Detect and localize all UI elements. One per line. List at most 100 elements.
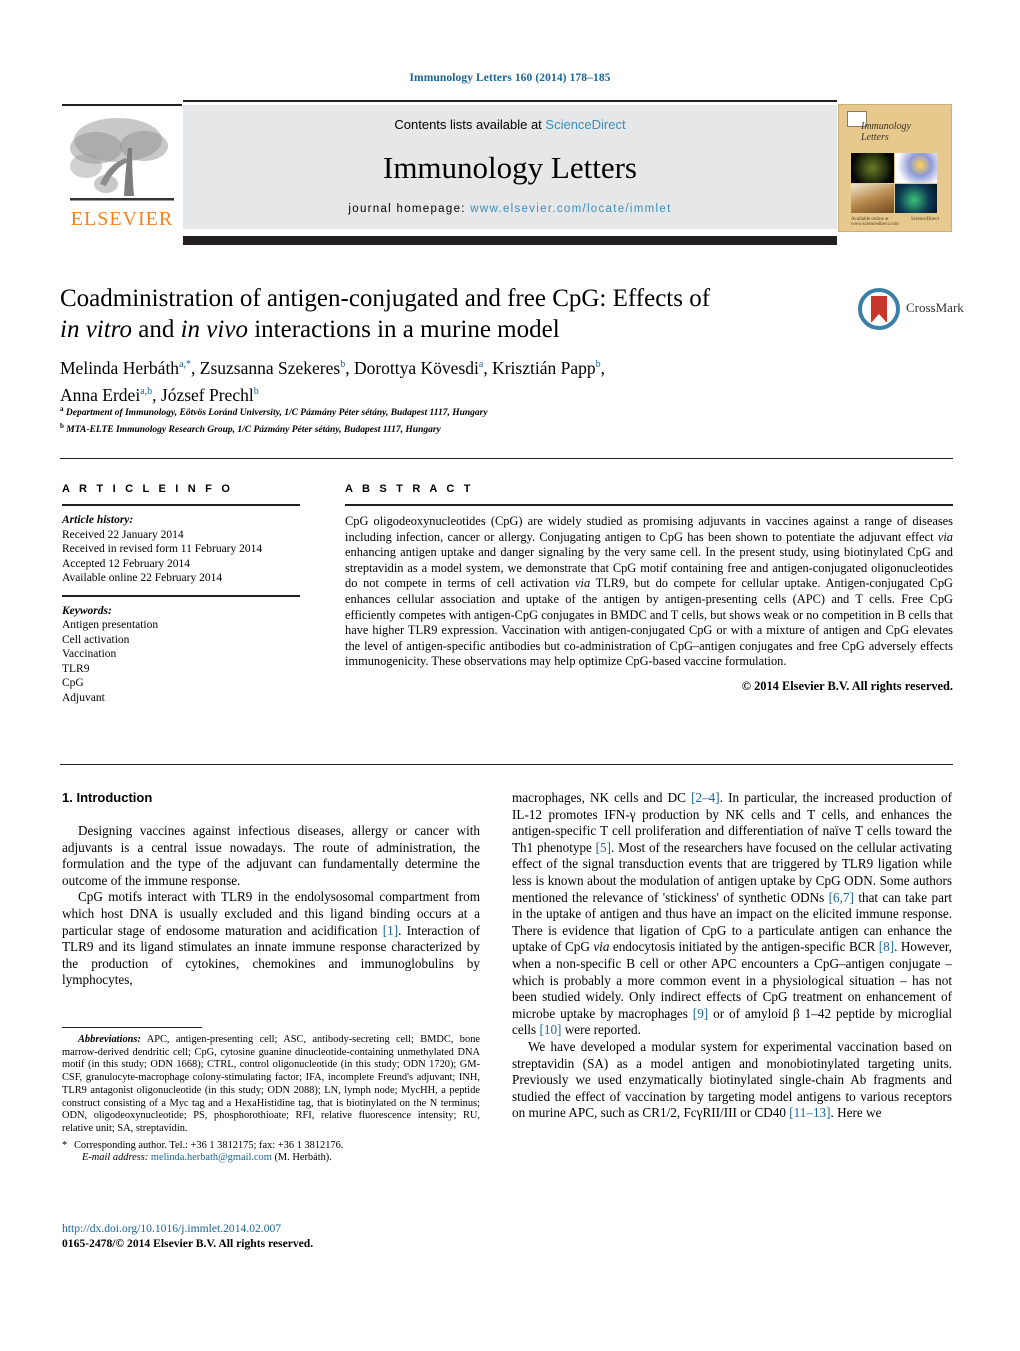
email-link[interactable]: melinda.herbath@gmail.com (151, 1152, 272, 1163)
corresponding-author-text: Corresponding author. Tel.: +36 1 381217… (74, 1139, 344, 1151)
footnotes-block: Abbreviations: APC, antigen-presenting c… (62, 1034, 480, 1165)
citation-ref[interactable]: [11–13] (789, 1105, 830, 1120)
cover-image-grid (851, 153, 937, 213)
cover-footer-left: Available online at www.sciencedirect.co… (851, 217, 899, 227)
abstract-column: A B S T R A C T CpG oligodeoxynucleotide… (345, 483, 953, 694)
affiliation-b-text: MTA-ELTE Immunology Research Group, 1/C … (66, 425, 441, 436)
elsevier-logo: ELSEVIER (62, 104, 182, 230)
info-band-bottom-rule (60, 764, 953, 765)
keyword-item: Cell activation (62, 633, 130, 646)
right-p2-a: We have developed a modular system for e… (512, 1038, 952, 1121)
citation-ref[interactable]: [6,7] (829, 890, 854, 905)
author-affil-marker: a (478, 359, 484, 370)
affiliation-a: a Department of Immunology, Eötvös Lorán… (60, 403, 850, 420)
affiliations: a Department of Immunology, Eötvös Lorán… (60, 403, 850, 437)
cover-cell-3 (851, 183, 894, 213)
crossmark-icon (858, 288, 900, 330)
keywords-label: Keywords: (62, 604, 112, 617)
abbreviations-label: Abbreviations: (78, 1034, 141, 1045)
cover-cell-1 (851, 153, 894, 183)
article-history-label: Article history: (62, 514, 134, 526)
affil-marker-b: b (60, 422, 64, 431)
logo-top-rule (62, 104, 182, 106)
paper-page: Immunology Letters 160 (2014) 178–185 EL… (0, 0, 1020, 1351)
citation-ref[interactable]: [5] (596, 840, 611, 855)
homepage-prefix: journal homepage: (348, 203, 471, 215)
masthead-top-rule (183, 100, 837, 102)
doi-block: http://dx.doi.org/10.1016/j.immlet.2014.… (62, 1222, 480, 1251)
journal-homepage-line: journal homepage: www.elsevier.com/locat… (183, 203, 837, 215)
author-affil-marker: a,* (179, 359, 192, 370)
keywords-block: Keywords: Antigen presentation Cell acti… (62, 604, 300, 706)
title-line-1: Coadministration of antigen-conjugated a… (60, 285, 711, 312)
history-item: Received 22 January 2014 (62, 528, 184, 541)
abstract-italic-via-1: via (937, 529, 953, 544)
right-p1-h: were reported. (561, 1022, 641, 1038)
cover-cell-4 (894, 183, 937, 213)
masthead-bottom-band (183, 236, 837, 245)
info-band-top-rule (60, 458, 953, 459)
citation-ref[interactable]: [8] (879, 939, 894, 954)
abstract-rule (345, 504, 953, 506)
intro-paragraph-2: CpG motifs interact with TLR9 in the end… (62, 889, 480, 989)
corresponding-author-note: * Corresponding author. Tel.: +36 1 3812… (62, 1140, 480, 1165)
elsevier-wordmark: ELSEVIER (70, 208, 174, 230)
page-title: Coadministration of antigen-conjugated a… (60, 283, 800, 345)
keyword-item: CpG (62, 677, 84, 689)
author-list: Melinda Herbátha,*, Zsuzsanna Szekeresb,… (60, 357, 605, 405)
title-italic-invivo: in vivo (180, 316, 248, 343)
journal-masthead: Contents lists available at ScienceDirec… (183, 105, 837, 229)
right-p1-e: endocytosis initiated by the antigen-spe… (609, 939, 879, 955)
abbreviations-text: APC, antigen-presenting cell; ASC, antib… (62, 1034, 480, 1134)
affiliation-b: b MTA-ELTE Immunology Research Group, 1/… (60, 420, 850, 437)
body-column-right: macrophages, NK cells and DC [2–4]. In p… (512, 790, 952, 1122)
crossmark-label: CrossMark (906, 300, 964, 315)
homepage-url-link[interactable]: www.elsevier.com/locate/immlet (470, 203, 671, 215)
crossmark-badge[interactable]: CrossMark (858, 285, 964, 335)
title-line2-mid: and (132, 316, 181, 343)
intro-paragraph-4: We have developed a modular system for e… (512, 1039, 952, 1122)
history-item: Received in revised form 11 February 201… (62, 543, 263, 555)
article-info-rule-1 (62, 504, 300, 506)
elsevier-tree-icon (70, 118, 174, 201)
right-p1-a: macrophages, NK cells and DC (512, 790, 692, 805)
cover-footer-right: ScienceDirect (910, 217, 939, 222)
footnote-separator-rule (62, 1027, 202, 1028)
article-history-block: Article history: Received 22 January 201… (62, 513, 300, 586)
abstract-part-1: CpG oligodeoxynucleotides (CpG) are wide… (345, 514, 953, 544)
citation-ref[interactable]: [10] (539, 1022, 561, 1037)
abbreviations-note: Abbreviations: APC, antigen-presenting c… (62, 1034, 480, 1136)
intro-paragraph-1: Designing vaccines against infectious di… (62, 823, 480, 888)
contents-available-line: Contents lists available at ScienceDirec… (183, 117, 837, 132)
article-info-heading: A R T I C L E I N F O (62, 483, 234, 495)
citation-ref[interactable]: [2–4] (691, 790, 720, 805)
right-p1-italic-via: via (593, 939, 610, 955)
author-affil-marker: b (253, 385, 259, 397)
cover-footer: Available online at www.sciencedirect.co… (851, 217, 939, 227)
citation-ref[interactable]: [1] (383, 923, 398, 938)
issn-copyright-line: 0165-2478/© 2014 Elsevier B.V. All right… (62, 1236, 314, 1250)
title-italic-invitro: in vitro (60, 316, 132, 343)
email-line: E-mail address: melinda.herbath@gmail.co… (74, 1152, 480, 1165)
abstract-italic-via-2: via (575, 576, 591, 591)
title-line2-end: interactions in a murine model (247, 316, 560, 343)
author-affil-marker: a,b (140, 385, 153, 397)
sciencedirect-link[interactable]: ScienceDirect (545, 117, 625, 132)
doi-link[interactable]: http://dx.doi.org/10.1016/j.immlet.2014.… (62, 1222, 480, 1237)
article-info-column: A R T I C L E I N F O Article history: R… (62, 483, 300, 705)
running-head: Immunology Letters 160 (2014) 178–185 (409, 72, 611, 84)
cover-cell-2 (894, 153, 937, 183)
keyword-item: Vaccination (62, 648, 117, 660)
abstract-heading: A B S T R A C T (345, 483, 474, 495)
abstract-copyright: © 2014 Elsevier B.V. All rights reserved… (741, 678, 953, 693)
journal-cover-thumbnail: Immunology Letters Available online at w… (838, 104, 952, 232)
keyword-item: Antigen presentation (62, 619, 159, 631)
email-label: E-mail address: (82, 1152, 149, 1164)
email-suffix: (M. Herbáth). (271, 1152, 332, 1164)
history-item: Available online 22 February 2014 (62, 572, 223, 584)
citation-ref[interactable]: [9] (693, 1006, 708, 1021)
article-info-rule-2 (62, 594, 300, 597)
keyword-item: TLR9 (62, 662, 90, 675)
abstract-text: CpG oligodeoxynucleotides (CpG) are wide… (345, 514, 953, 670)
affil-marker-a: a (60, 405, 64, 413)
